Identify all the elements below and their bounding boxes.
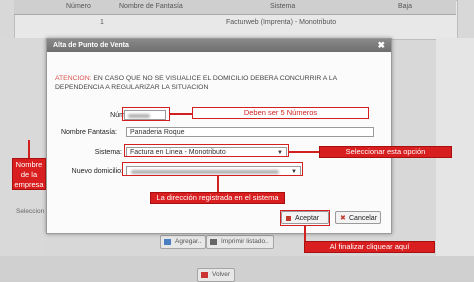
annotation-nombre: Nombre de la empresa	[12, 158, 46, 190]
dialog-title: Alta de Punto de Venta	[53, 42, 129, 49]
annotation-numero: Deben ser 5 Números	[192, 107, 369, 119]
print-icon	[210, 239, 217, 245]
volver-button[interactable]: Volver	[197, 268, 236, 282]
agregar-button[interactable]: Agregar..	[160, 235, 207, 249]
nombre-fantasia-input[interactable]: Panaderia Roque	[126, 127, 374, 137]
right-area	[436, 38, 474, 281]
aceptar-highlight	[280, 210, 330, 226]
imprimir-button[interactable]: Imprimir listado..	[206, 235, 274, 249]
col-numero: Número	[66, 3, 91, 10]
aceptar-arrow	[304, 226, 306, 242]
domicilio-highlight	[122, 162, 303, 176]
table-row[interactable]: 1 Facturweb (Imprenta) - Monotributo	[14, 17, 456, 29]
back-icon	[201, 272, 208, 278]
domicilio-arrow	[217, 176, 219, 192]
row-sistema: Facturweb (Imprenta) - Monotributo	[226, 19, 337, 26]
add-icon	[164, 239, 171, 245]
col-sistema: Sistema	[270, 3, 296, 10]
numero-highlight	[122, 107, 170, 121]
warning-body: EN CASO QUE NO SE VISUALICE EL DOMICILIO…	[55, 75, 337, 91]
table-header: Número Nombre de Fantasía Sistema Baja	[14, 0, 456, 15]
cancelar-button[interactable]: ✖ Cancelar	[335, 211, 381, 224]
annotation-aceptar: Al finalizar cliquear aquí	[304, 241, 435, 253]
seleccion-label: Seleccion	[16, 208, 45, 215]
sistema-arrow	[289, 151, 319, 153]
warning-prefix: ATENCION:	[55, 75, 92, 82]
nombre-arrow	[28, 140, 30, 158]
dialog-header: Alta de Punto de Venta ✖	[47, 39, 391, 52]
sistema-highlight	[124, 144, 289, 157]
numero-arrow	[170, 113, 192, 115]
close-icon: ✖	[340, 215, 346, 222]
fantasia-label: Nombre Fantasía:	[60, 129, 117, 136]
alta-punto-venta-dialog: Alta de Punto de Venta ✖ ATENCION: EN CA…	[46, 38, 392, 234]
col-baja: Baja	[398, 3, 413, 10]
annotation-sistema: Seleccionar esta opción	[319, 146, 452, 158]
bottom-bar	[0, 256, 474, 281]
annotation-domicilio: La dirección registrada en el sistema	[150, 192, 285, 204]
col-fantasia: Nombre de Fantasía	[119, 3, 183, 10]
close-icon[interactable]: ✖	[377, 40, 385, 51]
domicilio-label: Nuevo domicilio:	[71, 168, 123, 175]
warning-text: ATENCION: EN CASO QUE NO SE VISUALICE EL…	[55, 74, 385, 92]
row-numero: 1	[100, 19, 104, 26]
sistema-label: Sistema:	[94, 149, 122, 156]
